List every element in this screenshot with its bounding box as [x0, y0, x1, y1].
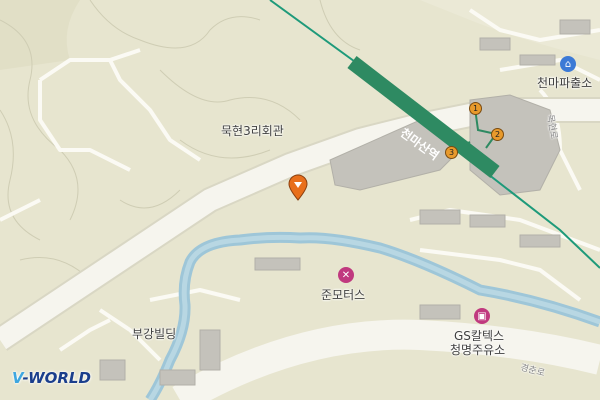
vworld-logo: V-WORLD: [12, 369, 91, 387]
label-gas-station-1: GS칼텍스: [454, 329, 505, 343]
police-icon[interactable]: ⌂: [560, 56, 576, 72]
map-canvas: [0, 0, 600, 400]
logo-prefix: V: [12, 369, 23, 387]
exit-1-icon[interactable]: 1: [469, 102, 482, 115]
label-police-box: 천마파출소: [537, 76, 593, 90]
logo-suffix: -WORLD: [22, 369, 91, 387]
wrench-icon[interactable]: ✕: [338, 267, 354, 283]
exit-3-icon[interactable]: 3: [445, 146, 458, 159]
label-gas-station-2: 청명주유소: [450, 343, 506, 357]
label-building: 부강빌딩: [132, 327, 177, 341]
label-motors: 준모터스: [321, 288, 366, 302]
map-view[interactable]: 묵현3리회관 천마파출소 ⌂ 천마산역 1 2 3 목현로 ✕ 준모터스 ▣ G…: [0, 0, 600, 400]
exit-2-icon[interactable]: 2: [491, 128, 504, 141]
label-community-hall: 묵현3리회관: [221, 124, 284, 138]
fuel-icon[interactable]: ▣: [474, 308, 490, 324]
